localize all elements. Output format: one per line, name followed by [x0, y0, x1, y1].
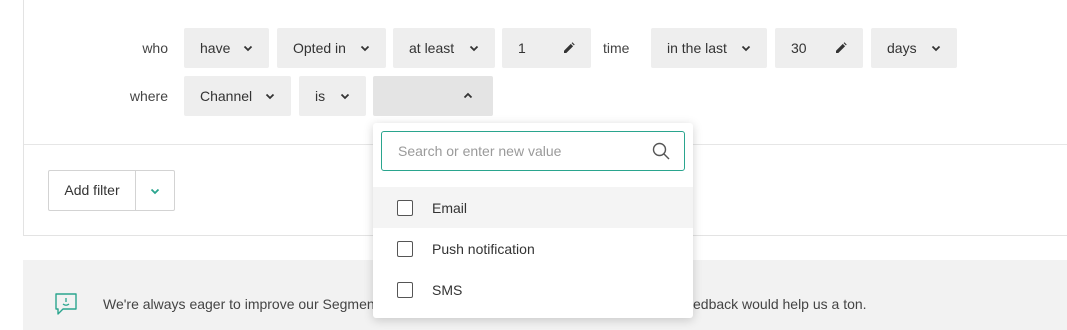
property-select-value: Channel	[200, 88, 253, 104]
feedback-chat-icon	[55, 293, 77, 315]
chevron-down-icon	[265, 93, 275, 100]
pencil-icon	[564, 42, 575, 53]
chevron-down-icon	[469, 45, 479, 52]
chevron-down-icon	[243, 45, 253, 52]
count-unit-label: time	[603, 40, 630, 56]
add-filter-dropdown-toggle[interactable]	[136, 171, 174, 210]
event-select-value: Opted in	[293, 40, 346, 56]
chevron-down-icon	[150, 188, 160, 194]
option-email[interactable]: Email	[373, 187, 693, 228]
window-select-value: in the last	[667, 40, 727, 56]
value-select[interactable]	[373, 76, 493, 116]
value-dropdown-menu: Email Push notification SMS	[373, 123, 693, 318]
add-filter-button[interactable]: Add filter	[49, 171, 136, 210]
property-select[interactable]: Channel	[184, 76, 291, 116]
window-select[interactable]: in the last	[651, 28, 767, 68]
who-label: who	[142, 40, 168, 56]
chevron-down-icon	[340, 93, 350, 100]
have-select[interactable]: have	[184, 28, 269, 68]
search-icon	[652, 142, 670, 160]
comparator-select[interactable]: at least	[393, 28, 495, 68]
operator-select[interactable]: is	[299, 76, 366, 116]
chevron-down-icon	[360, 45, 370, 52]
option-sms[interactable]: SMS	[373, 269, 693, 310]
where-label: where	[129, 88, 168, 104]
days-input[interactable]: 30	[775, 28, 863, 68]
option-label: Push notification	[432, 240, 535, 257]
event-select[interactable]: Opted in	[277, 28, 386, 68]
option-checkbox[interactable]	[397, 281, 413, 298]
days-input-value: 30	[791, 40, 807, 56]
have-select-value: have	[200, 40, 231, 56]
count-input-value: 1	[518, 40, 526, 56]
count-input[interactable]: 1	[502, 28, 591, 68]
comparator-select-value: at least	[409, 40, 455, 56]
feedback-text-start: We're always eager to improve our Segmen…	[103, 296, 387, 312]
option-checkbox[interactable]	[397, 199, 413, 216]
option-push-notification[interactable]: Push notification	[373, 228, 693, 269]
option-label: SMS	[432, 281, 463, 298]
chevron-up-icon	[463, 92, 473, 99]
days-unit-select[interactable]: days	[871, 28, 957, 68]
add-filter-split-button: Add filter	[48, 170, 175, 211]
operator-select-value: is	[315, 88, 326, 104]
days-unit-select-value: days	[887, 40, 917, 56]
option-checkbox[interactable]	[397, 240, 413, 257]
value-search-box	[381, 131, 685, 171]
feedback-text-end: edback would help us a ton.	[693, 296, 867, 312]
pencil-icon	[836, 42, 847, 53]
option-label: Email	[432, 199, 468, 216]
chevron-down-icon	[931, 45, 941, 52]
chevron-down-icon	[741, 45, 751, 52]
value-search-input[interactable]	[382, 132, 642, 170]
